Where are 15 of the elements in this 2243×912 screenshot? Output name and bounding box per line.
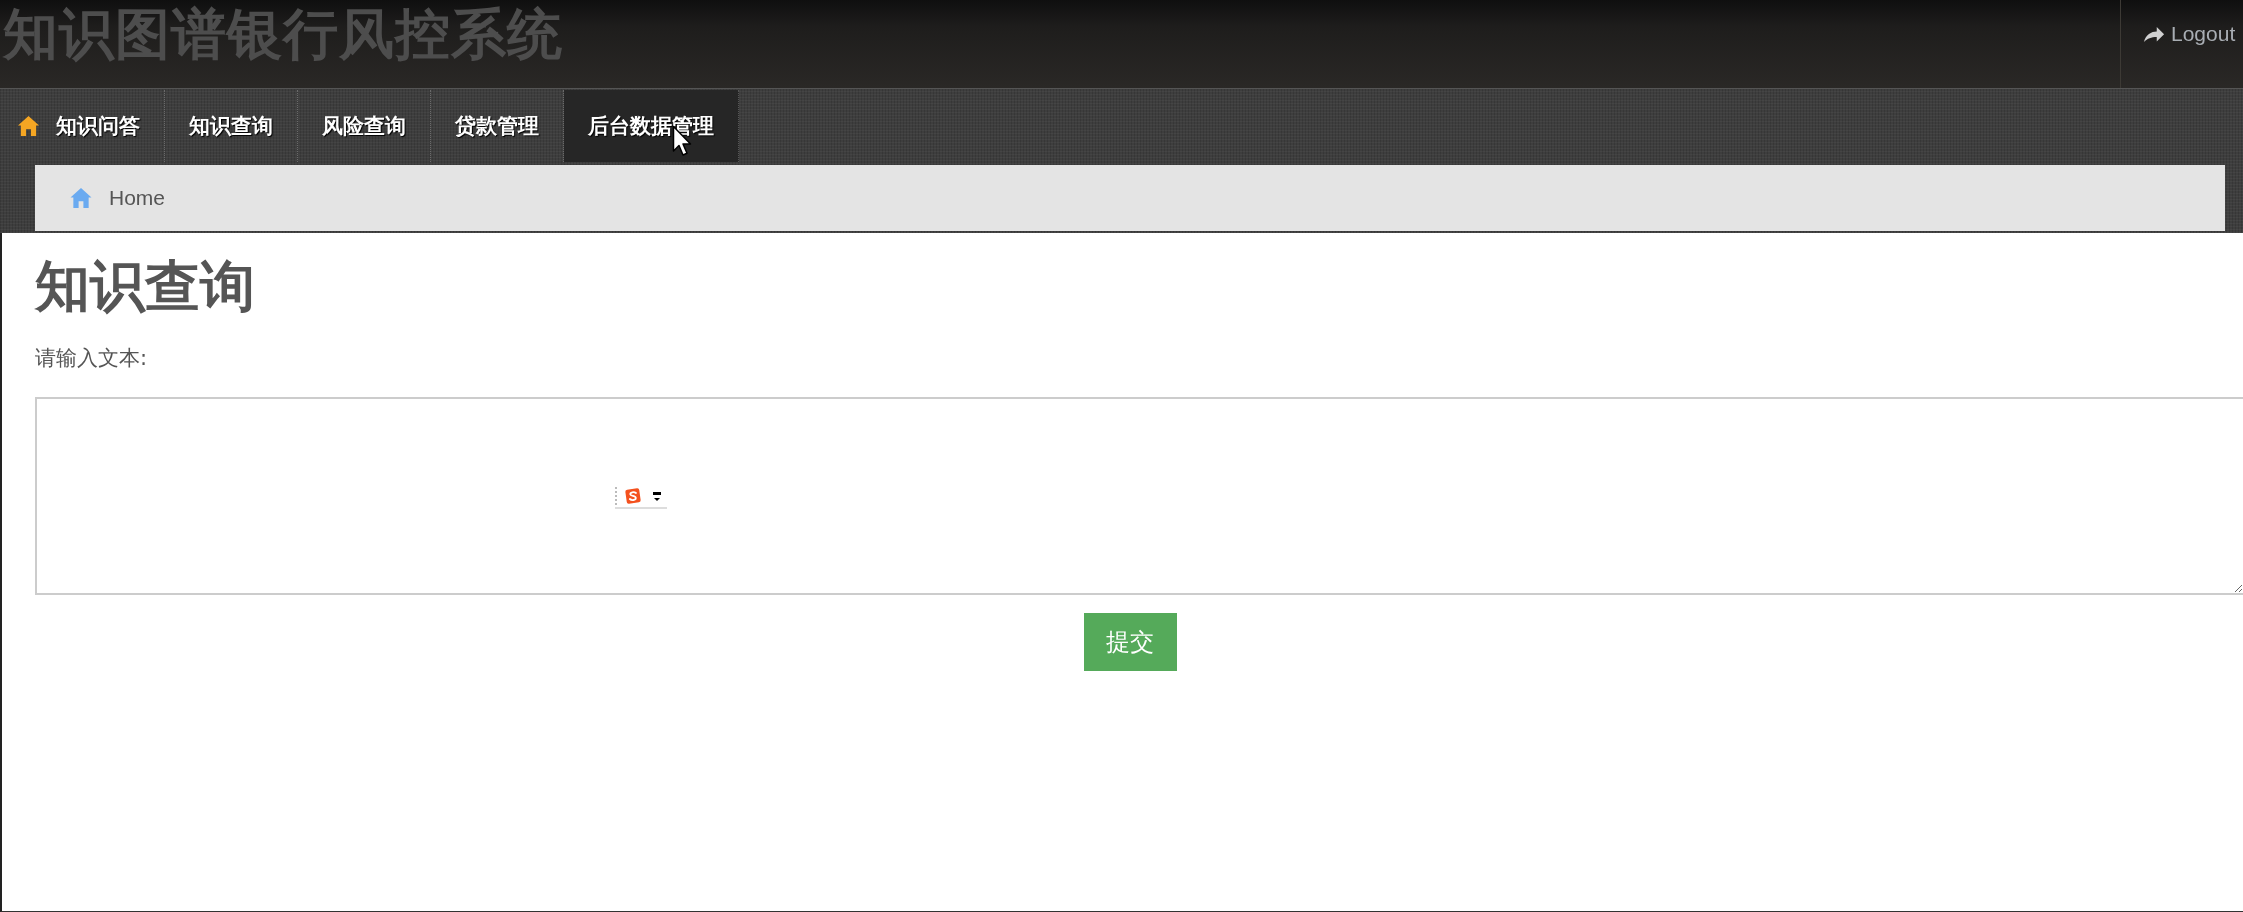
site-title: 知识图谱银行风控系统 xyxy=(1,1,564,68)
nav-tab[interactable]: 知识查询 xyxy=(165,90,298,162)
logout-arrow-icon xyxy=(2143,25,2165,43)
home-icon xyxy=(17,115,40,137)
text-input-field[interactable] xyxy=(35,397,2243,595)
logout-link[interactable]: Logout xyxy=(2143,22,2236,46)
ime-logo-icon[interactable] xyxy=(625,488,641,504)
nav-tab[interactable]: 风险查询 xyxy=(298,90,431,162)
ime-toolbar[interactable] xyxy=(615,487,667,509)
menu-caret-icon[interactable] xyxy=(653,491,661,501)
nav-tab[interactable]: 知识问答 xyxy=(0,90,165,162)
home-icon xyxy=(69,187,93,209)
form-label: 请输入文本: xyxy=(35,345,148,372)
page-heading: 知识查询 xyxy=(35,253,255,320)
breadcrumb-link[interactable]: Home xyxy=(109,186,166,210)
